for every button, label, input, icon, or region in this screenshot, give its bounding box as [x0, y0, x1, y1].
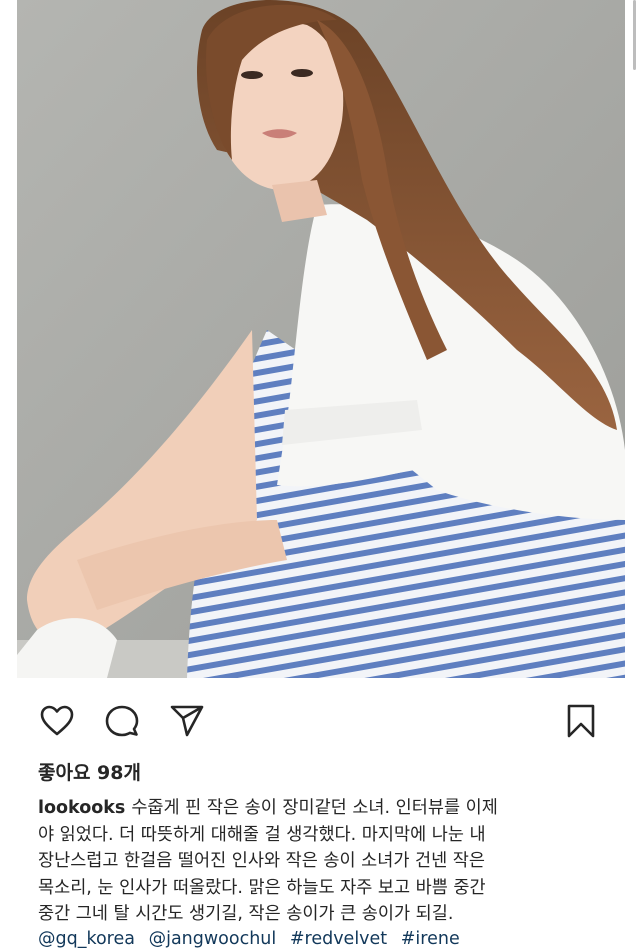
caption-text: 수줍게 핀 작은 송이 장미같던 소녀. 인터뷰를 이제	[131, 798, 498, 818]
caption-line: 장난스럽고 한걸음 떨어진 인사와 작은 송이 소녀가 건넨 작은	[38, 851, 486, 871]
caption-line: 중간 그네 탈 시간도 생기길, 작은 송이가 큰 송이가 되길.	[38, 904, 454, 924]
hashtag-irene[interactable]: #irene	[401, 929, 460, 949]
comment-icon[interactable]	[99, 698, 145, 744]
scrollbar[interactable]	[633, 0, 636, 70]
caption-line: lookooks 수줍게 핀 작은 송이 장미같던 소녀. 인터뷰를 이제	[38, 795, 608, 822]
post-caption: lookooks 수줍게 핀 작은 송이 장미같던 소녀. 인터뷰를 이제 야 읽…	[38, 795, 608, 928]
caption-username[interactable]: lookooks	[38, 798, 125, 818]
paper-plane-icon[interactable]	[164, 698, 210, 744]
caption-line: 목소리, 눈 인사가 떠올랐다. 맑은 하늘도 자주 보고 바쁨 중간	[38, 877, 486, 898]
caption-line: 야 읽었다. 더 따뜻하게 대해줄 걸 생각했다. 마지막에 나눈 내	[38, 824, 486, 845]
post-photo[interactable]	[17, 0, 625, 678]
hashtag-redvelvet[interactable]: #redvelvet	[290, 929, 387, 949]
mention-jangwoochul[interactable]: @jangwoochul	[149, 929, 277, 949]
likes-count[interactable]: 좋아요 98개	[38, 758, 141, 785]
bookmark-icon[interactable]	[558, 698, 604, 744]
caption-tags: @gq_korea @jangwoochul #redvelvet #irene	[38, 927, 468, 951]
mention-gq-korea[interactable]: @gq_korea	[38, 929, 135, 949]
heart-icon[interactable]	[34, 698, 80, 744]
post-action-bar	[0, 690, 640, 750]
